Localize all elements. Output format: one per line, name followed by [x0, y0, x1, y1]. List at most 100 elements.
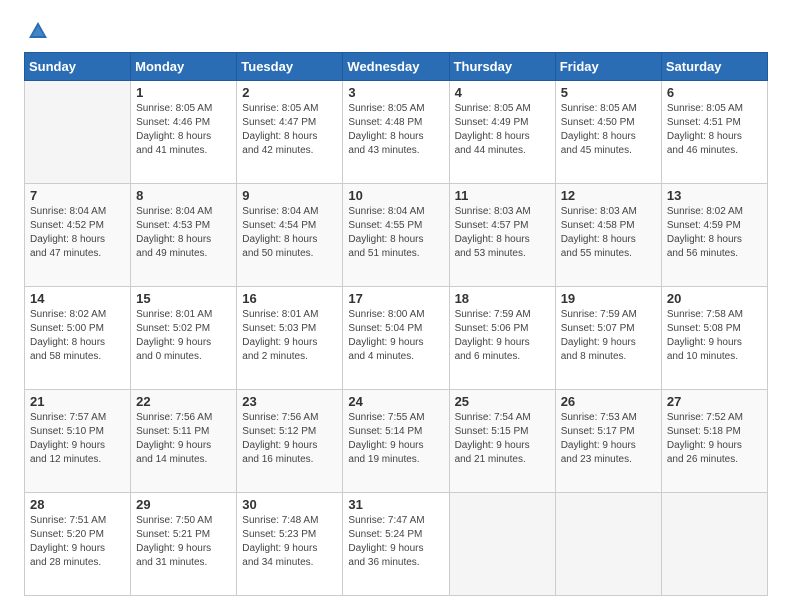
calendar-cell: 6 Sunrise: 8:05 AM Sunset: 4:51 PM Daylig…	[661, 81, 767, 184]
day-info: Sunrise: 7:52 AM Sunset: 5:18 PM Dayligh…	[667, 411, 762, 467]
calendar-cell: 29Sunrise: 7:50 AM Sunset: 5:21 PM Dayli…	[131, 493, 237, 596]
calendar-cell: 2Sunrise: 8:05 AM Sunset: 4:47 PM Daylig…	[237, 81, 343, 184]
calendar-cell: 9 Sunrise: 8:04 AM Sunset: 4:54 PM Daylig…	[237, 184, 343, 287]
day-number: 17	[348, 291, 443, 306]
day-number: 3	[348, 85, 443, 100]
day-number: 27	[667, 394, 762, 409]
calendar-header-saturday: Saturday	[661, 53, 767, 81]
day-number: 1	[136, 85, 231, 100]
day-number: 8	[136, 188, 231, 203]
calendar-cell: 4 Sunrise: 8:05 AM Sunset: 4:49 PM Daylig…	[449, 81, 555, 184]
calendar-header-sunday: Sunday	[25, 53, 131, 81]
day-info: Sunrise: 8:05 AM Sunset: 4:51 PM Dayligh…	[667, 102, 762, 158]
day-number: 28	[30, 497, 125, 512]
day-info: Sunrise: 7:47 AM Sunset: 5:24 PM Dayligh…	[348, 514, 443, 570]
day-info: Sunrise: 8:04 AM Sunset: 4:52 PM Dayligh…	[30, 205, 125, 261]
day-number: 7	[30, 188, 125, 203]
day-number: 12	[561, 188, 656, 203]
calendar: SundayMondayTuesdayWednesdayThursdayFrid…	[24, 52, 768, 596]
day-info: Sunrise: 7:56 AM Sunset: 5:11 PM Dayligh…	[136, 411, 231, 467]
day-info: Sunrise: 7:54 AM Sunset: 5:15 PM Dayligh…	[455, 411, 550, 467]
logo-icon	[27, 20, 49, 42]
calendar-cell: 1 Sunrise: 8:05 AM Sunset: 4:46 PM Daylig…	[131, 81, 237, 184]
calendar-cell: 30 Sunrise: 7:48 AM Sunset: 5:23 PM Dayli…	[237, 493, 343, 596]
day-info: Sunrise: 7:59 AM Sunset: 5:06 PM Dayligh…	[455, 308, 550, 364]
day-info: Sunrise: 7:55 AM Sunset: 5:14 PM Dayligh…	[348, 411, 443, 467]
day-number: 22	[136, 394, 231, 409]
day-number: 9	[242, 188, 337, 203]
day-info: Sunrise: 8:05 AM Sunset: 4:49 PM Dayligh…	[455, 102, 550, 158]
logo	[24, 20, 50, 38]
day-info: Sunrise: 8:03 AM Sunset: 4:57 PM Dayligh…	[455, 205, 550, 261]
calendar-week-row: 14Sunrise: 8:02 AM Sunset: 5:00 PM Dayli…	[25, 287, 768, 390]
day-number: 15	[136, 291, 231, 306]
day-number: 2	[242, 85, 337, 100]
day-info: Sunrise: 8:02 AM Sunset: 4:59 PM Dayligh…	[667, 205, 762, 261]
day-number: 16	[242, 291, 337, 306]
calendar-cell: 10 Sunrise: 8:04 AM Sunset: 4:55 PM Dayli…	[343, 184, 449, 287]
calendar-week-row: 1 Sunrise: 8:05 AM Sunset: 4:46 PM Daylig…	[25, 81, 768, 184]
day-number: 18	[455, 291, 550, 306]
day-info: Sunrise: 7:48 AM Sunset: 5:23 PM Dayligh…	[242, 514, 337, 570]
day-info: Sunrise: 8:03 AM Sunset: 4:58 PM Dayligh…	[561, 205, 656, 261]
day-number: 4	[455, 85, 550, 100]
calendar-header-friday: Friday	[555, 53, 661, 81]
calendar-cell: 26Sunrise: 7:53 AM Sunset: 5:17 PM Dayli…	[555, 390, 661, 493]
calendar-cell: 5 Sunrise: 8:05 AM Sunset: 4:50 PM Daylig…	[555, 81, 661, 184]
header	[24, 20, 768, 38]
calendar-cell: 19 Sunrise: 7:59 AM Sunset: 5:07 PM Dayli…	[555, 287, 661, 390]
day-number: 20	[667, 291, 762, 306]
calendar-week-row: 28 Sunrise: 7:51 AM Sunset: 5:20 PM Dayli…	[25, 493, 768, 596]
calendar-cell: 7 Sunrise: 8:04 AM Sunset: 4:52 PM Daylig…	[25, 184, 131, 287]
calendar-cell: 27 Sunrise: 7:52 AM Sunset: 5:18 PM Dayli…	[661, 390, 767, 493]
day-number: 25	[455, 394, 550, 409]
calendar-cell: 14Sunrise: 8:02 AM Sunset: 5:00 PM Dayli…	[25, 287, 131, 390]
day-info: Sunrise: 7:53 AM Sunset: 5:17 PM Dayligh…	[561, 411, 656, 467]
calendar-cell: 24Sunrise: 7:55 AM Sunset: 5:14 PM Dayli…	[343, 390, 449, 493]
calendar-cell: 23 Sunrise: 7:56 AM Sunset: 5:12 PM Dayli…	[237, 390, 343, 493]
calendar-cell: 28 Sunrise: 7:51 AM Sunset: 5:20 PM Dayli…	[25, 493, 131, 596]
day-number: 30	[242, 497, 337, 512]
day-number: 19	[561, 291, 656, 306]
day-info: Sunrise: 7:58 AM Sunset: 5:08 PM Dayligh…	[667, 308, 762, 364]
day-info: Sunrise: 8:05 AM Sunset: 4:48 PM Dayligh…	[348, 102, 443, 158]
day-info: Sunrise: 8:01 AM Sunset: 5:03 PM Dayligh…	[242, 308, 337, 364]
day-info: Sunrise: 8:04 AM Sunset: 4:54 PM Dayligh…	[242, 205, 337, 261]
calendar-cell	[661, 493, 767, 596]
calendar-cell	[449, 493, 555, 596]
day-number: 23	[242, 394, 337, 409]
day-number: 6	[667, 85, 762, 100]
calendar-cell: 13 Sunrise: 8:02 AM Sunset: 4:59 PM Dayli…	[661, 184, 767, 287]
day-info: Sunrise: 7:56 AM Sunset: 5:12 PM Dayligh…	[242, 411, 337, 467]
day-info: Sunrise: 8:00 AM Sunset: 5:04 PM Dayligh…	[348, 308, 443, 364]
calendar-week-row: 21Sunrise: 7:57 AM Sunset: 5:10 PM Dayli…	[25, 390, 768, 493]
calendar-cell	[555, 493, 661, 596]
calendar-header-tuesday: Tuesday	[237, 53, 343, 81]
day-number: 11	[455, 188, 550, 203]
day-number: 31	[348, 497, 443, 512]
day-info: Sunrise: 8:04 AM Sunset: 4:55 PM Dayligh…	[348, 205, 443, 261]
day-number: 10	[348, 188, 443, 203]
calendar-week-row: 7 Sunrise: 8:04 AM Sunset: 4:52 PM Daylig…	[25, 184, 768, 287]
calendar-cell: 16 Sunrise: 8:01 AM Sunset: 5:03 PM Dayli…	[237, 287, 343, 390]
day-info: Sunrise: 8:05 AM Sunset: 4:50 PM Dayligh…	[561, 102, 656, 158]
calendar-cell: 31 Sunrise: 7:47 AM Sunset: 5:24 PM Dayli…	[343, 493, 449, 596]
calendar-cell: 22 Sunrise: 7:56 AM Sunset: 5:11 PM Dayli…	[131, 390, 237, 493]
calendar-header-wednesday: Wednesday	[343, 53, 449, 81]
calendar-cell: 12 Sunrise: 8:03 AM Sunset: 4:58 PM Dayli…	[555, 184, 661, 287]
day-info: Sunrise: 7:59 AM Sunset: 5:07 PM Dayligh…	[561, 308, 656, 364]
day-info: Sunrise: 7:57 AM Sunset: 5:10 PM Dayligh…	[30, 411, 125, 467]
day-info: Sunrise: 8:05 AM Sunset: 4:46 PM Dayligh…	[136, 102, 231, 158]
calendar-cell: 15Sunrise: 8:01 AM Sunset: 5:02 PM Dayli…	[131, 287, 237, 390]
day-info: Sunrise: 7:50 AM Sunset: 5:21 PM Dayligh…	[136, 514, 231, 570]
calendar-cell: 21Sunrise: 7:57 AM Sunset: 5:10 PM Dayli…	[25, 390, 131, 493]
calendar-cell: 25 Sunrise: 7:54 AM Sunset: 5:15 PM Dayli…	[449, 390, 555, 493]
calendar-cell: 18 Sunrise: 7:59 AM Sunset: 5:06 PM Dayli…	[449, 287, 555, 390]
calendar-header-monday: Monday	[131, 53, 237, 81]
day-info: Sunrise: 7:51 AM Sunset: 5:20 PM Dayligh…	[30, 514, 125, 570]
day-number: 13	[667, 188, 762, 203]
day-info: Sunrise: 8:04 AM Sunset: 4:53 PM Dayligh…	[136, 205, 231, 261]
day-number: 5	[561, 85, 656, 100]
calendar-cell: 17 Sunrise: 8:00 AM Sunset: 5:04 PM Dayli…	[343, 287, 449, 390]
calendar-cell: 8 Sunrise: 8:04 AM Sunset: 4:53 PM Daylig…	[131, 184, 237, 287]
